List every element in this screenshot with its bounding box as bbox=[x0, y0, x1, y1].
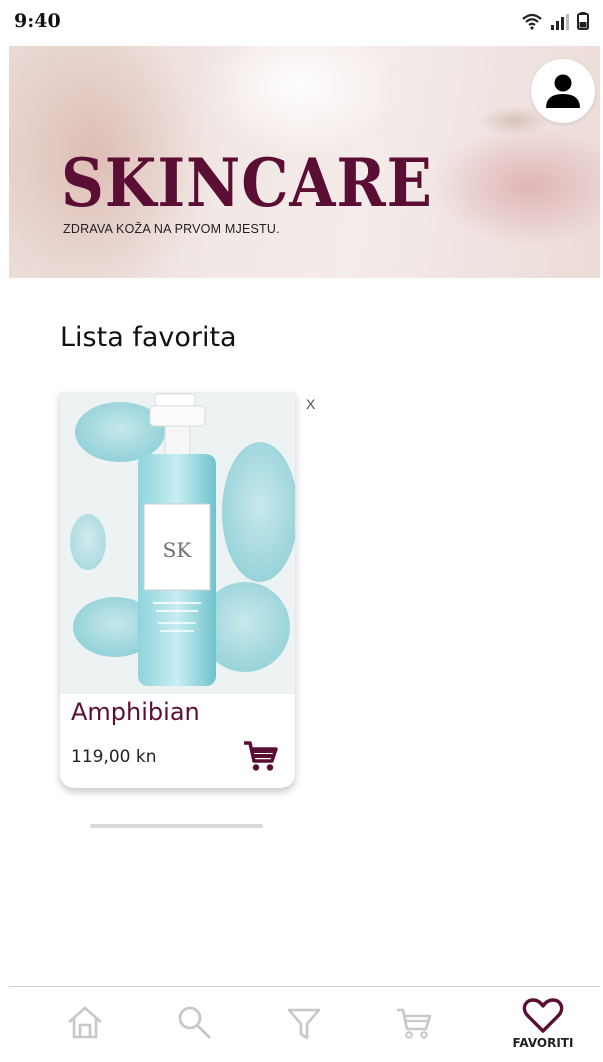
battery-icon bbox=[577, 12, 589, 30]
search-icon bbox=[178, 1006, 211, 1039]
nav-item-home[interactable] bbox=[45, 988, 125, 1062]
product-card[interactable]: SK Amphibian 119,00 kn bbox=[60, 392, 295, 788]
bottom-nav-divider bbox=[9, 986, 600, 987]
product-image[interactable]: SK bbox=[60, 392, 295, 694]
product-photo: SK bbox=[60, 392, 295, 694]
nav-item-search[interactable] bbox=[154, 988, 234, 1062]
status-bar: 9:40 bbox=[0, 0, 603, 44]
svg-text:SK: SK bbox=[163, 538, 193, 562]
status-time: 9:40 bbox=[14, 10, 61, 32]
brand-tagline: ZDRAVA KOŽA NA PRVOM MJESTU. bbox=[63, 222, 280, 236]
heart-icon bbox=[522, 998, 564, 1033]
scroll-indicator[interactable] bbox=[90, 824, 263, 828]
nav-item-filter[interactable] bbox=[264, 988, 344, 1062]
wifi-icon bbox=[522, 13, 542, 30]
nav-item-favorites[interactable]: FAVORITI bbox=[503, 988, 583, 1062]
cart-icon bbox=[244, 741, 278, 771]
banner-photo-shape bbox=[429, 126, 600, 246]
page-title: Lista favorita bbox=[60, 322, 237, 353]
home-icon bbox=[68, 1006, 102, 1039]
brand-title: SKINCARE bbox=[61, 144, 433, 222]
remove-favorite-button[interactable]: X bbox=[306, 396, 315, 412]
product-price: 119,00 kn bbox=[71, 747, 157, 767]
product-name[interactable]: Amphibian bbox=[71, 698, 200, 726]
cart-icon bbox=[397, 1008, 432, 1039]
status-icons bbox=[521, 12, 589, 30]
profile-button[interactable] bbox=[531, 59, 595, 123]
person-icon bbox=[546, 74, 580, 108]
add-to-cart-button[interactable] bbox=[242, 739, 278, 773]
banner-photo-shape bbox=[199, 46, 399, 156]
signal-icon bbox=[551, 14, 569, 30]
header-banner: SKINCARE ZDRAVA KOŽA NA PRVOM MJESTU. bbox=[9, 46, 600, 278]
bottom-nav: FAVORITI bbox=[0, 988, 603, 1062]
nav-item-cart[interactable] bbox=[374, 988, 454, 1062]
nav-label-favorites: FAVORITI bbox=[512, 1036, 574, 1050]
filter-icon bbox=[287, 1008, 321, 1040]
